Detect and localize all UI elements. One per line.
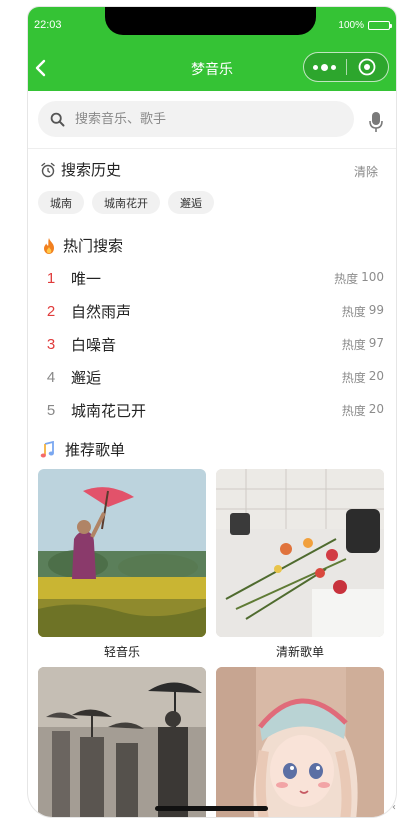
playlist-card[interactable]: 轻音乐 — [38, 469, 206, 659]
search-box[interactable] — [38, 101, 354, 137]
battery-status: 100% — [338, 20, 392, 31]
status-time: 22:03 — [34, 19, 62, 31]
alarm-clock-icon — [41, 162, 55, 177]
hot-rank: 4 — [46, 369, 56, 386]
playlist-card[interactable] — [38, 667, 206, 817]
recommended-playlists-header: 推荐歌单 — [40, 439, 125, 460]
history-tags: 城南 城南花开 邂逅 — [38, 191, 214, 214]
hot-search-title: 热门搜索 — [63, 237, 124, 255]
search-history-title: 搜索历史 — [61, 161, 122, 179]
playlist-name: 轻音乐 — [103, 645, 140, 659]
microphone-button[interactable] — [368, 111, 384, 133]
playlist-card[interactable]: 清新歌单 — [216, 469, 384, 659]
playlist-cover-flowers-sink — [216, 469, 384, 637]
hot-search-item[interactable]: 4 邂逅 热度 20 — [28, 361, 396, 394]
history-tag[interactable]: 城南花开 — [92, 191, 160, 214]
fire-icon — [44, 237, 54, 254]
hot-search-item[interactable]: 5 城南花已开 热度 20 — [28, 394, 396, 427]
playlist-card[interactable] — [216, 667, 384, 817]
heat-value: 20 — [368, 369, 384, 383]
home-indicator — [155, 806, 268, 811]
hot-rank: 2 — [46, 303, 56, 320]
hot-rank: 5 — [46, 402, 56, 419]
playlist-cover-rain-umbrellas — [38, 667, 206, 817]
heat-label: 热度 — [341, 371, 366, 385]
mini-program-capsule — [303, 52, 389, 82]
hot-rank: 3 — [46, 336, 56, 353]
history-tag[interactable]: 城南 — [38, 191, 84, 214]
notch — [105, 7, 316, 35]
history-tag[interactable]: 邂逅 — [168, 191, 214, 214]
hot-heat: 热度 99 — [342, 303, 384, 320]
playlist-name: 清新歌单 — [275, 645, 324, 659]
hot-search-item[interactable]: 2 自然雨声 热度 99 — [28, 295, 396, 328]
more-button[interactable] — [304, 53, 346, 81]
chevron-left-icon: ‹ — [392, 802, 396, 813]
heat-value: 99 — [368, 303, 384, 317]
hot-name: 自然雨声 — [71, 303, 132, 321]
hot-name: 邂逅 — [71, 369, 102, 387]
close-button[interactable] — [347, 53, 389, 81]
heat-label: 热度 — [334, 272, 359, 286]
hot-search-item[interactable]: 3 白噪音 热度 97 — [28, 328, 396, 361]
heat-value: 97 — [368, 336, 384, 350]
heat-label: 热度 — [341, 404, 366, 418]
search-history-header: 搜索历史 — [40, 159, 121, 180]
hot-name: 唯一 — [71, 270, 102, 288]
navigation-bar: 22:03 100% 梦音乐 — [28, 7, 396, 91]
more-dots-icon — [313, 63, 337, 71]
heat-value: 100 — [361, 270, 384, 284]
hot-search-header: 热门搜索 — [40, 235, 123, 256]
hot-heat: 热度 100 — [334, 270, 384, 287]
hot-name: 白噪音 — [71, 336, 117, 354]
search-input[interactable] — [73, 110, 313, 128]
hot-heat: 热度 20 — [342, 402, 384, 419]
playlist-cover-anime-girl — [216, 667, 384, 817]
phone-screen: 22:03 100% 梦音乐 搜索音乐、歌手 搜索历史 清除 城南 城南花开 邂… — [27, 6, 397, 818]
hot-rank: 1 — [46, 270, 56, 287]
hot-search-list: 1 唯一 热度 100 2 自然雨声 热度 99 3 白噪音 热度 97 4 邂逅 热… — [28, 262, 396, 427]
target-close-icon — [358, 58, 376, 76]
hot-heat: 热度 20 — [342, 369, 384, 386]
hot-heat: 热度 97 — [342, 336, 384, 353]
heat-label: 热度 — [341, 338, 366, 352]
music-note-icon — [40, 440, 54, 457]
recommended-playlists-title: 推荐歌单 — [65, 441, 126, 459]
clear-history-button[interactable]: 清除 — [354, 163, 378, 180]
hot-name: 城南花已开 — [71, 402, 147, 420]
battery-percent: 100% — [338, 20, 364, 31]
microphone-icon — [369, 112, 383, 132]
battery-icon — [368, 21, 392, 30]
search-icon — [50, 112, 65, 126]
playlist-grid: 轻音乐 清新歌单 — [38, 469, 385, 817]
heat-value: 20 — [368, 402, 384, 416]
heat-label: 热度 — [341, 305, 366, 319]
playlist-cover-umbrella-field — [38, 469, 206, 637]
search-bar — [28, 91, 396, 149]
hot-search-item[interactable]: 1 唯一 热度 100 — [28, 262, 396, 295]
